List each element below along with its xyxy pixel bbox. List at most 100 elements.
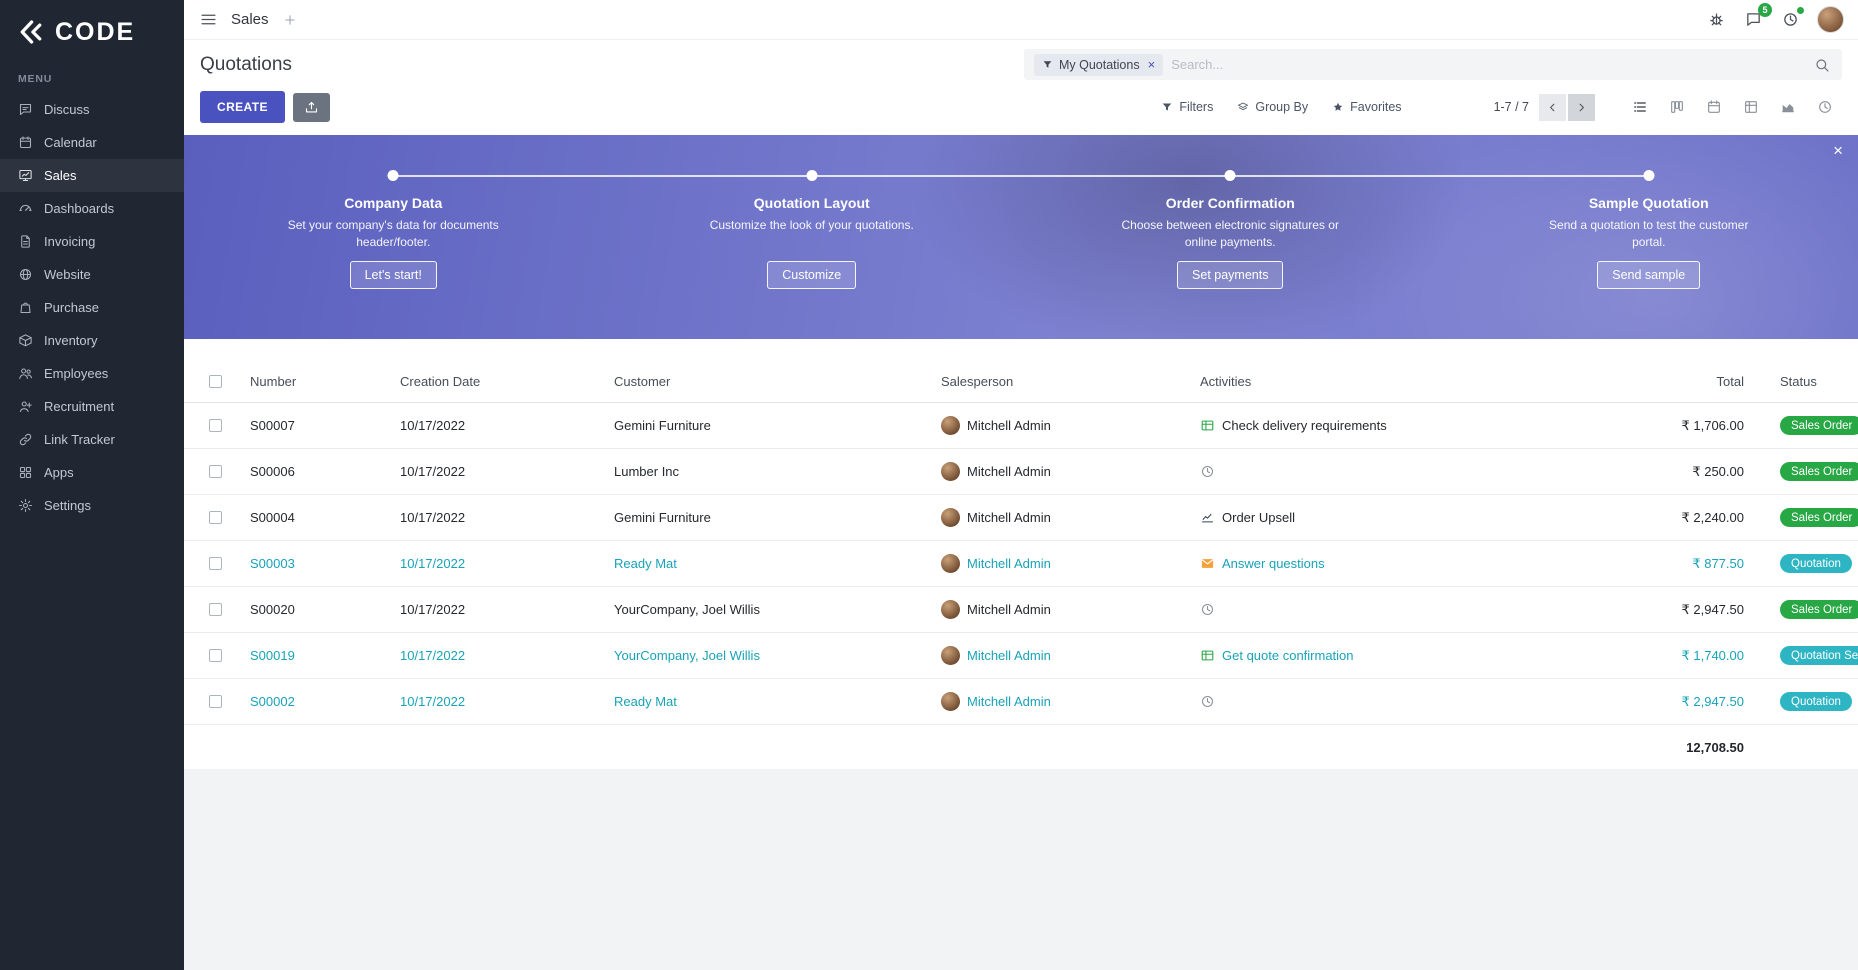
table-row[interactable]: S00019 10/17/2022 YourCompany, Joel Will… [184,633,1858,679]
column-header-status[interactable]: Status [1750,374,1858,389]
add-tab-button[interactable] [281,11,299,29]
inventory-icon [18,333,33,348]
current-app-name[interactable]: Sales [231,11,269,28]
user-avatar[interactable] [1817,6,1844,33]
row-checkbox[interactable] [209,649,222,662]
column-header-number[interactable]: Number [240,374,390,389]
cell-salesperson: Mitchell Admin [931,646,1190,665]
search-facet[interactable]: My Quotations × [1034,54,1163,76]
status-badge: Sales Order [1780,600,1858,619]
column-header-total[interactable]: Total [1610,374,1750,389]
sidebar-item-settings[interactable]: Settings [0,489,184,522]
pager-next-button[interactable] [1568,94,1595,121]
row-checkbox[interactable] [209,465,222,478]
group-by-button[interactable]: Group By [1237,100,1308,114]
column-header-customer[interactable]: Customer [604,374,931,389]
view-list-icon [1632,99,1648,115]
view-activity-icon [1817,99,1833,115]
sidebar-item-purchase[interactable]: Purchase [0,291,184,324]
messages-button[interactable]: 5 [1743,9,1764,30]
app-logo[interactable]: CODE [0,0,184,59]
step-action-button[interactable]: Customize [767,261,856,289]
cell-status: Sales Order [1750,600,1858,619]
dashboards-icon [18,201,33,216]
view-list-button[interactable] [1623,93,1657,122]
step-dot-icon [1643,170,1654,181]
clock-icon [1200,602,1215,617]
pager-range: 1-7 / 7 [1494,100,1529,114]
search-input[interactable] [1171,57,1804,72]
create-button[interactable]: CREATE [200,91,285,123]
cell-activities[interactable]: Get quote confirmation [1190,648,1610,663]
row-checkbox[interactable] [209,603,222,616]
sidebar-item-inventory[interactable]: Inventory [0,324,184,357]
status-badge: Quotation Sent [1780,646,1858,665]
messages-count-badge: 5 [1758,3,1772,17]
table-row[interactable]: S00007 10/17/2022 Gemini Furniture Mitch… [184,403,1858,449]
activity-label: Get quote confirmation [1222,648,1354,663]
cell-activities[interactable] [1190,464,1610,479]
table-row[interactable]: S00002 10/17/2022 Ready Mat Mitchell Adm… [184,679,1858,725]
favorites-button[interactable]: Favorites [1332,100,1401,114]
step-dot-icon [1225,170,1236,181]
row-checkbox[interactable] [209,419,222,432]
column-header-activities[interactable]: Activities [1190,374,1610,389]
activities-button[interactable] [1780,9,1801,30]
step-action-button[interactable]: Send sample [1597,261,1700,289]
table-row[interactable]: S00003 10/17/2022 Ready Mat Mitchell Adm… [184,541,1858,587]
column-header-creation-date[interactable]: Creation Date [390,374,604,389]
cell-activities[interactable] [1190,694,1610,709]
website-icon [18,267,33,282]
sidebar-item-label: Inventory [44,333,97,348]
sidebar-item-recruitment[interactable]: Recruitment [0,390,184,423]
sidebar-item-discuss[interactable]: Discuss [0,93,184,126]
activities-dot-badge [1796,6,1805,15]
cell-activities[interactable]: Order Upsell [1190,510,1610,525]
onboarding-step: Order Confirmation Choose between electr… [1021,135,1440,339]
cell-activities[interactable]: Check delivery requirements [1190,418,1610,433]
filters-button[interactable]: Filters [1161,100,1213,114]
sidebar-item-apps[interactable]: Apps [0,456,184,489]
group-by-layers-icon [1237,101,1249,113]
pager-previous-button[interactable] [1539,94,1566,121]
row-checkbox[interactable] [209,557,222,570]
search-submit-button[interactable] [1812,55,1832,75]
debug-button[interactable] [1706,9,1727,30]
view-graph-button[interactable] [1771,93,1805,122]
search-options: Filters Group By Favorites [1161,100,1401,114]
table-row[interactable]: S00004 10/17/2022 Gemini Furniture Mitch… [184,495,1858,541]
cell-total: ₹ 250.00 [1610,464,1750,480]
sidebar-item-sales[interactable]: Sales [0,159,184,192]
hamburger-menu-button[interactable] [198,9,219,30]
search-bar[interactable]: My Quotations × [1024,49,1842,80]
table-row[interactable]: S00006 10/17/2022 Lumber Inc Mitchell Ad… [184,449,1858,495]
sidebar-item-employees[interactable]: Employees [0,357,184,390]
row-checkbox[interactable] [209,695,222,708]
sidebar-item-calendar[interactable]: Calendar [0,126,184,159]
step-action-button[interactable]: Set payments [1177,261,1283,289]
view-activity-button[interactable] [1808,93,1842,122]
cell-status: Sales Order [1750,462,1858,481]
sidebar-item-link-tracker[interactable]: Link Tracker [0,423,184,456]
cell-salesperson: Mitchell Admin [931,600,1190,619]
view-calendar-button[interactable] [1697,93,1731,122]
facet-remove-icon[interactable]: × [1148,58,1156,71]
view-pivot-button[interactable] [1734,93,1768,122]
step-action-button[interactable]: Let's start! [350,261,437,289]
view-kanban-button[interactable] [1660,93,1694,122]
column-header-salesperson[interactable]: Salesperson [931,374,1190,389]
row-checkbox[interactable] [209,511,222,524]
onboarding-step: Sample Quotation Send a quotation to tes… [1440,135,1858,339]
sidebar-item-dashboards[interactable]: Dashboards [0,192,184,225]
select-all-checkbox[interactable] [209,375,222,388]
sidebar-item-invoicing[interactable]: Invoicing [0,225,184,258]
cell-activities[interactable] [1190,602,1610,617]
chevron-left-icon [1546,101,1559,114]
step-title: Quotation Layout [603,195,1022,211]
cell-activities[interactable]: Answer questions [1190,556,1610,571]
table-row[interactable]: S00020 10/17/2022 YourCompany, Joel Will… [184,587,1858,633]
export-button[interactable] [293,93,330,122]
salesperson-name: Mitchell Admin [967,464,1051,479]
sidebar-item-website[interactable]: Website [0,258,184,291]
onboarding-step: Company Data Set your company's data for… [184,135,603,339]
